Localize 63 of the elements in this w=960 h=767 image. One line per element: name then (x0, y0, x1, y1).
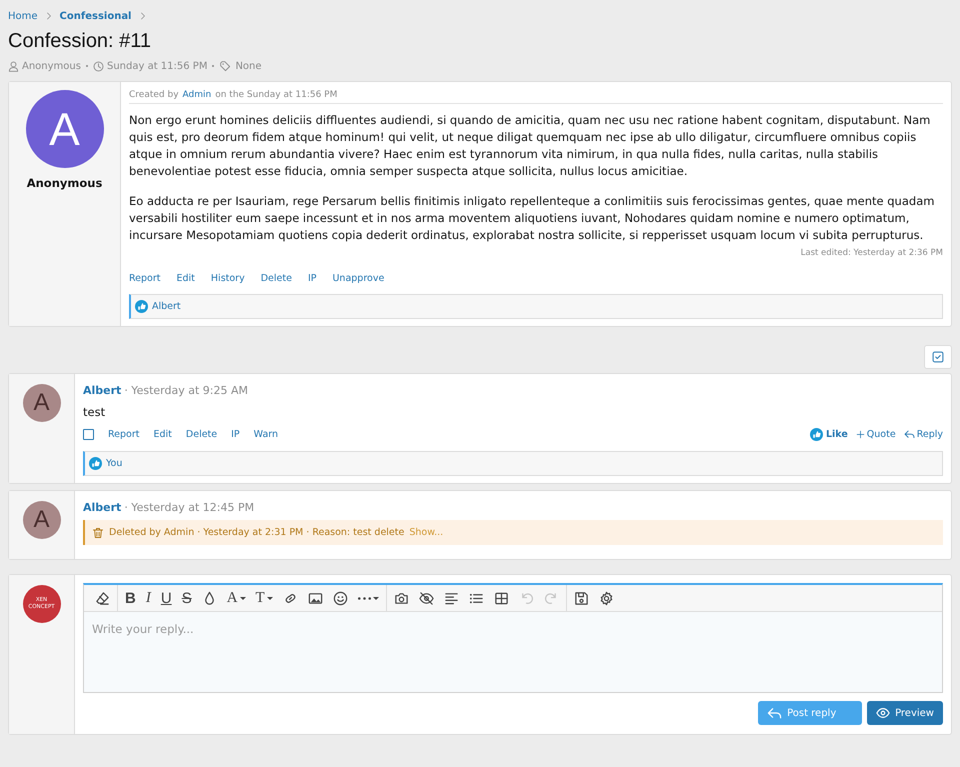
like-icon (89, 457, 102, 470)
reply-arrow-icon (904, 429, 915, 440)
plus-icon (856, 430, 865, 439)
action-link[interactable]: History (210, 273, 245, 284)
font-size-button[interactable]: T (250, 588, 278, 608)
post-reply-button[interactable]: Post reply (758, 701, 862, 725)
avatar[interactable]: A (22, 501, 60, 539)
italic-button[interactable]: I (140, 588, 156, 608)
action-link[interactable]: Report (108, 429, 140, 440)
trash-icon (92, 526, 104, 538)
post-paragraph: Eo adducta re per Isauriam, rege Persarum bellis finitimis inligato repellenteque a conlimitiis suis ferocissimas gentes, quae mente quadam versabili hostiliter eum saepe incessunt et in nos arma moventem aliquotiens iuvant, Nohodares quidam nomine e numero optimatum, incursare Mesopotamiam quotiens copia dederit ordinatus, explorabat nostra sollicite, si repperisset usquam locum vi subita perrupturus. (129, 193, 936, 244)
avatar[interactable]: A (26, 90, 104, 168)
created-by-text: Created by (129, 90, 179, 100)
tags-value: None (235, 60, 262, 72)
action-link[interactable]: Delete (186, 429, 218, 440)
avatar[interactable]: A (22, 384, 60, 422)
post-paragraph: Non ergo erunt homines deliciis diffluentes audiendi, si quando de amicitia, quam nec usu nec ratione habent cognitam, disputabunt. Nam quis est, pro deorum fidem atque hominum! qui velit, ut neque diligat quemquam nec ipse ab ullo diligatur, circumfluere omnibus copiis atque in omnium rerum abundantia vivere? Haec enim est tyrannorum vita nimirum, in qua nulla fides, nulla caritas, nulla stabilis benevolentiae potest esse fiducia, omnia semper suspecta atque sollicita, nullus locus amicitiae. (129, 112, 932, 180)
page-title: Confession: #11 (8, 30, 152, 53)
dots-icon (358, 596, 371, 600)
post-time: Sunday at 11:56 PM (106, 60, 208, 72)
like-button[interactable]: Like (810, 428, 848, 441)
breadcrumb-link[interactable]: Home (8, 10, 38, 22)
quote-button[interactable]: Quote (856, 429, 896, 440)
person-icon (8, 60, 19, 72)
action-link[interactable]: Edit (176, 273, 195, 284)
author-name[interactable]: Anonymous (22, 60, 81, 72)
font-color-button[interactable]: A (222, 588, 251, 608)
preview-button[interactable]: Preview (867, 701, 943, 725)
reaction-user-link[interactable]: Albert (152, 301, 181, 312)
eye-icon (876, 706, 890, 720)
author-link[interactable]: Albert (83, 501, 122, 514)
reply-button[interactable]: Reply (904, 429, 943, 440)
strikethrough-button[interactable]: S (176, 588, 197, 608)
action-link[interactable]: Edit (154, 429, 172, 440)
like-icon (810, 428, 823, 441)
reaction-user-link[interactable]: You (106, 458, 122, 469)
admin-link[interactable]: Admin (182, 90, 212, 100)
last-edited-text: Last edited: Yesterday at 2:36 PM (800, 248, 943, 258)
clock-icon (92, 60, 104, 72)
action-link[interactable]: Unapprove (332, 273, 384, 284)
created-date: on the Sunday at 11:56 PM (215, 90, 338, 100)
bold-button[interactable]: B (120, 588, 141, 608)
action-link[interactable]: Delete (260, 273, 292, 284)
tag-icon (219, 60, 232, 72)
comment-text: test (83, 405, 106, 419)
chevron-icon (138, 12, 146, 20)
deleted-text: Deleted by Admin · Yesterday at 2:31 PM · Reason: test delete (109, 527, 404, 538)
reply-arrow-icon (767, 706, 782, 720)
reply-editor[interactable]: B I U S A T Write your reply... (83, 583, 943, 693)
action-link[interactable]: Report (129, 273, 160, 284)
username[interactable]: Anonymous (26, 176, 102, 190)
action-link[interactable]: Warn (254, 429, 278, 440)
comment-time: · Yesterday at 9:25 AM (124, 384, 248, 397)
author-link[interactable]: Albert (83, 384, 122, 397)
like-icon (135, 300, 148, 313)
comment-time: · Yesterday at 12:45 PM (124, 501, 254, 514)
checkbox-icon[interactable] (924, 345, 952, 369)
action-link[interactable]: IP (231, 429, 240, 440)
underline-button[interactable]: U (156, 588, 177, 608)
chevron-icon (44, 12, 53, 20)
breadcrumb-link[interactable]: Confessional (60, 10, 132, 22)
select-checkbox[interactable] (83, 429, 94, 440)
action-link[interactable]: IP (308, 273, 316, 284)
